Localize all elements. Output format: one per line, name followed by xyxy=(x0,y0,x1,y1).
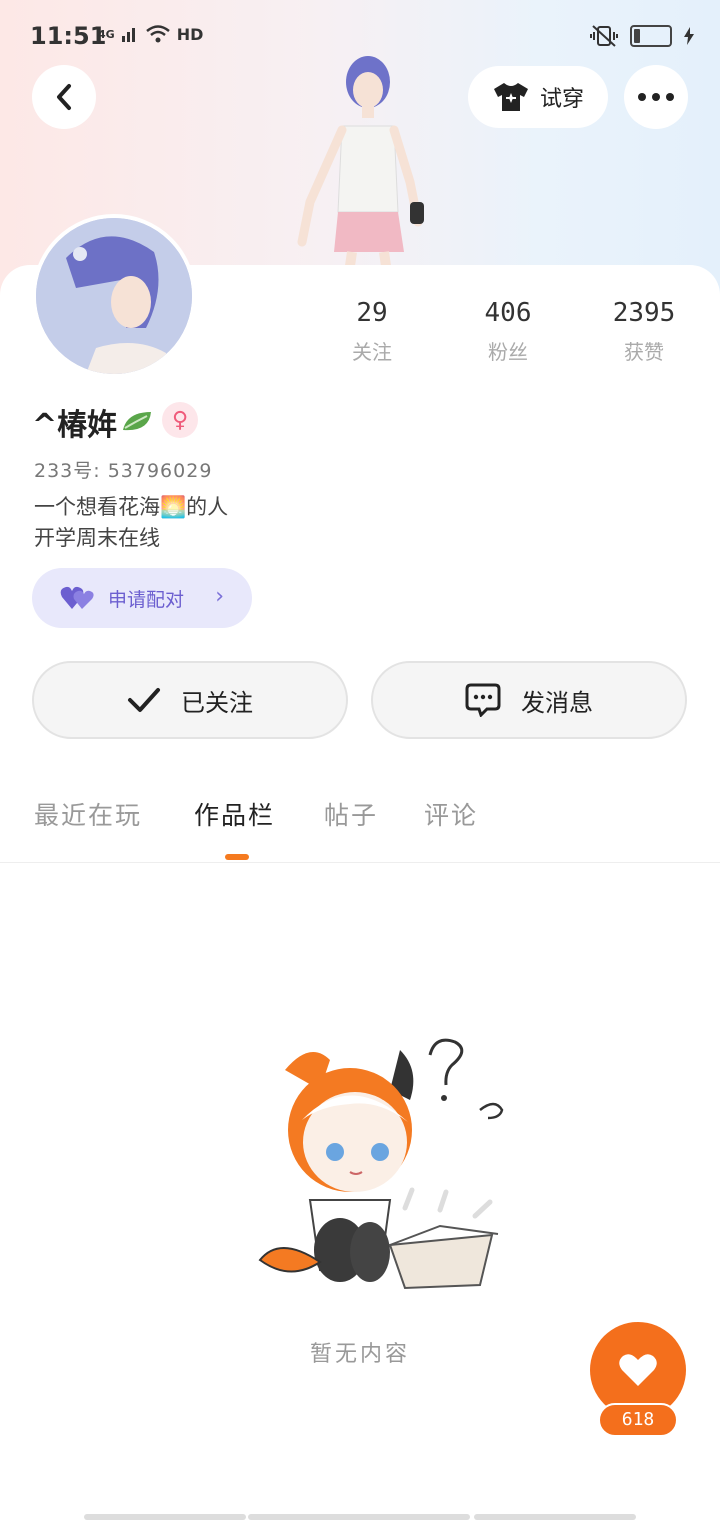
chevron-left-icon xyxy=(57,84,71,110)
home-indicator-segment xyxy=(474,1514,636,1520)
stat-followers-value: 406 xyxy=(484,298,532,328)
leaf-emoji-icon xyxy=(123,412,152,431)
stat-likes-value: 2395 xyxy=(612,298,676,328)
bio: 一个想看花海🌅的人 开学周末在线 xyxy=(34,492,228,554)
home-indicator-segment xyxy=(84,1514,246,1520)
pair-request-label: 申请配对 xyxy=(108,588,185,611)
status-icons-left: 4G HD xyxy=(98,24,203,44)
tab-posts[interactable]: 帖子 xyxy=(324,796,378,832)
bio-line-1: 一个想看花海🌅的人 xyxy=(34,495,229,519)
chevron-right-icon: › xyxy=(215,584,224,609)
stat-likes-label: 获赞 xyxy=(624,340,664,364)
try-on-label: 试穿 xyxy=(539,87,584,112)
signal-icon xyxy=(121,28,135,42)
avatar-portrait xyxy=(36,218,192,374)
send-message-button[interactable]: 发消息 xyxy=(371,661,687,739)
user-name-row: ^椿姩 xyxy=(32,400,155,444)
charging-icon xyxy=(684,27,694,45)
stat-following-label: 关注 xyxy=(352,340,392,364)
active-tab-indicator xyxy=(225,854,249,860)
more-button[interactable] xyxy=(624,65,688,129)
tab-comments[interactable]: 评论 xyxy=(424,796,478,832)
followed-button[interactable]: 已关注 xyxy=(32,661,348,739)
more-dots-icon xyxy=(638,93,674,101)
stat-following-value: 29 xyxy=(356,298,388,328)
bio-line-2: 开学周末在线 xyxy=(34,526,160,550)
followed-label: 已关注 xyxy=(181,688,253,717)
gender-female-icon: ♀ xyxy=(171,407,189,433)
vibrate-mute-icon xyxy=(590,25,618,47)
hd-label: HD xyxy=(176,24,204,44)
stat-following[interactable]: 29 关注 xyxy=(312,298,432,365)
back-button[interactable] xyxy=(32,65,96,129)
stat-likes[interactable]: 2395 获赞 xyxy=(584,298,704,365)
pair-request-button[interactable]: 申请配对 › xyxy=(32,568,252,628)
shirt-icon xyxy=(493,83,528,111)
home-indicator-segment xyxy=(248,1514,470,1520)
wifi-icon xyxy=(145,25,170,43)
send-message-label: 发消息 xyxy=(521,688,593,717)
tab-recently-played[interactable]: 最近在玩 xyxy=(34,796,142,832)
avatar[interactable] xyxy=(32,214,196,378)
gender-badge: ♀ xyxy=(162,402,198,438)
status-icons-right xyxy=(590,24,694,48)
battery-icon xyxy=(630,25,672,47)
clock: 11:51 xyxy=(30,22,107,50)
check-icon xyxy=(128,688,160,712)
double-heart-icon xyxy=(60,586,94,609)
stat-followers-label: 粉丝 xyxy=(488,340,528,364)
user-id: 233号: 53796029 xyxy=(34,460,213,482)
profile-tabs: 最近在玩 作品栏 帖子 评论 xyxy=(0,796,720,863)
avatar-3d-figure[interactable] xyxy=(280,52,450,266)
user-name: ^椿姩 xyxy=(32,408,118,443)
stat-followers[interactable]: 406 粉丝 xyxy=(448,298,568,365)
tab-works[interactable]: 作品栏 xyxy=(194,796,275,832)
chat-bubble-icon xyxy=(465,683,501,717)
network-label: 4G xyxy=(98,27,115,41)
heart-icon xyxy=(619,1354,657,1386)
like-count: 618 xyxy=(598,1403,678,1437)
empty-state-illustration xyxy=(258,1038,504,1290)
try-on-button[interactable]: 试穿 xyxy=(468,66,608,128)
